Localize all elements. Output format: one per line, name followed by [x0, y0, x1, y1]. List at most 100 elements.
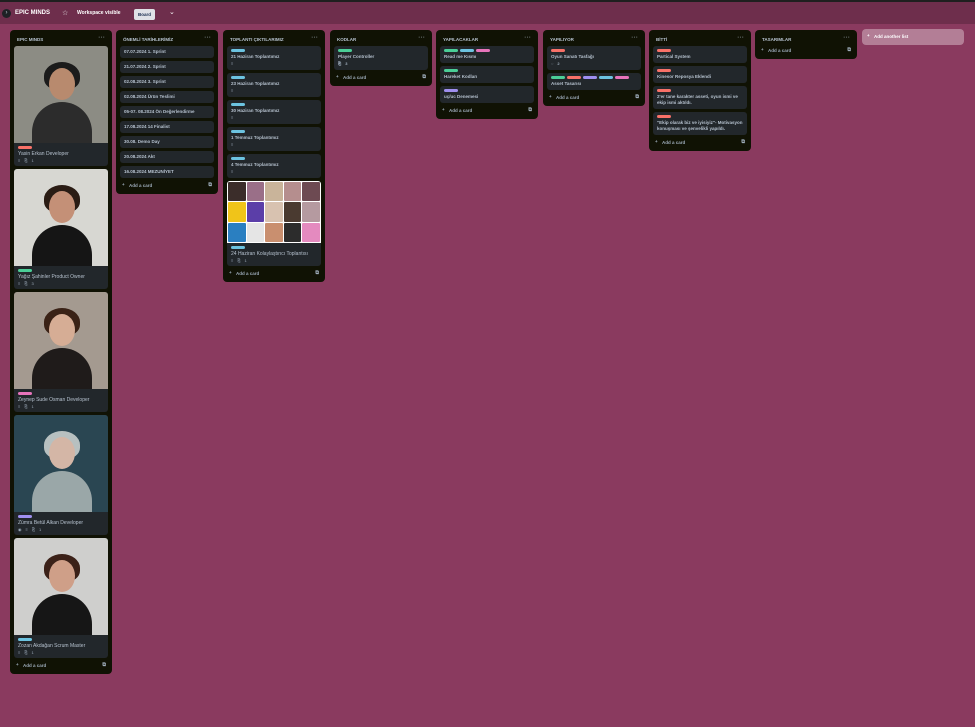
add-card-button[interactable]: + Add a card ⧉ — [759, 46, 853, 56]
list-item[interactable]: Kinesor Reposya Eklendi — [653, 66, 747, 83]
list-title[interactable]: TOPLANTI ÇIKTILARIMIZ — [230, 37, 284, 42]
list-menu-icon[interactable]: ··· — [631, 34, 638, 41]
list-item[interactable]: 1 Temmuz Toplantımız ≡ — [227, 127, 321, 151]
add-card-button[interactable]: + Add a card ⧉ — [547, 93, 641, 103]
list-title[interactable]: TASARIMLAR — [762, 37, 791, 42]
list-item[interactable]: 24 Haziran Kolaylaştırıcı Toplantısı ≡ ⎘ 1 — [227, 181, 321, 266]
card-template-icon[interactable]: ⧉ — [847, 47, 851, 53]
card-template-icon[interactable]: ⧉ — [528, 107, 532, 113]
list-title[interactable]: EPIC MINDS — [17, 37, 43, 42]
board-header: › EPIC MINDS ☆ Workspace visible Board ⌄ — [0, 2, 975, 24]
card-template-icon[interactable]: ⧉ — [741, 139, 745, 145]
sidebar-expand-icon[interactable]: › — [2, 9, 11, 18]
card-title: Hareket Kodları — [444, 74, 478, 79]
list-header: ÖNEMLİ TARİHLERİMİZ ··· — [120, 34, 214, 44]
board-title[interactable]: EPIC MINDS — [15, 10, 50, 16]
list-kodlar: KODLAR ··· Player Controller ⎘ 3 + Add a … — [330, 30, 432, 86]
list-item[interactable]: 30 Haziran Toplantımız ≡ — [227, 100, 321, 124]
list-item[interactable]: 07.07.2024 1. Sprint — [120, 46, 214, 58]
list-item[interactable]: "Ekip olarak biz ve iyisiyiz"- Motivasyo… — [653, 112, 747, 135]
card-template-icon[interactable]: ⧉ — [102, 662, 106, 668]
card-title: Yağız Şahinler Product Owner — [18, 274, 85, 280]
card-title: Partical System — [657, 54, 691, 59]
plus-icon: + — [336, 74, 339, 79]
add-card-button[interactable]: + Add a card ⧉ — [653, 138, 747, 148]
card-title: Asset Tasarısı — [551, 81, 582, 86]
card-title: uç/uc Denemesi — [444, 94, 479, 99]
card-title: 2'er tane karakter asseti, oyun ismi ve … — [657, 94, 738, 105]
list-item[interactable]: uç/uc Denemesi — [440, 86, 534, 103]
list-menu-icon[interactable]: ··· — [737, 34, 744, 41]
list-item[interactable]: Asset Tasarısı — [547, 73, 641, 90]
attachment-icon: ⎘ — [24, 650, 28, 655]
comment-icon: ◌ — [551, 61, 554, 66]
add-card-button[interactable]: + Add a card ⧉ — [227, 269, 321, 279]
visibility-button[interactable]: Workspace visible — [77, 10, 121, 16]
card-template-icon[interactable]: ⧉ — [208, 182, 212, 188]
list-item[interactable]: Hareket Kodları — [440, 66, 534, 83]
card-title: 23 Haziran Toplantımız — [231, 81, 280, 86]
add-card-button[interactable]: + Add a card ⧉ — [120, 181, 214, 191]
list-epic-minds: EPIC MINDS ··· Yasin Erkan Developer ≡ ⎘ 1… — [10, 30, 112, 674]
attachment-icon: ⎘ — [31, 527, 36, 532]
list-item[interactable]: 05-07. 08.2024 Ön Değerlendirme — [120, 106, 214, 118]
list-item[interactable]: 02.08.2024 3. Sprint — [120, 76, 214, 88]
list-item[interactable]: 16.08.2024 MEZUNİYET — [120, 166, 214, 178]
member-card[interactable]: Zozan Akdağan Scrum Master ≡ ⎘ 1 — [14, 538, 108, 658]
card-title: 30 Haziran Toplantımız — [231, 108, 280, 113]
description-icon: ≡ — [231, 61, 234, 66]
chevron-down-icon[interactable]: ⌄ — [169, 8, 175, 16]
card-cover-image — [227, 181, 321, 243]
plus-icon: + — [442, 107, 445, 112]
list-item[interactable]: 4 Temmuz Toplantımız ≡ — [227, 154, 321, 178]
member-card[interactable]: Yağız Şahinler Product Owner ≡ ⎘ 3 — [14, 169, 108, 289]
list-yapiliyor: YAPILIYOR ··· Oyun Sanatı Tasfağı ◌ 2 Ass… — [543, 30, 645, 106]
add-list-label: Add another list — [874, 34, 909, 39]
list-menu-icon[interactable]: ··· — [311, 34, 318, 41]
list-menu-icon[interactable]: ··· — [843, 34, 850, 41]
list-title[interactable]: ÖNEMLİ TARİHLERİMİZ — [123, 37, 173, 42]
add-card-button[interactable]: + Add a card ⧉ — [14, 661, 108, 671]
list-tasarimlar: TASARIMLAR ··· + Add a card ⧉ — [755, 30, 857, 59]
card-template-icon[interactable]: ⧉ — [315, 270, 319, 276]
star-icon[interactable]: ☆ — [62, 9, 68, 17]
add-card-button[interactable]: + Add a card ⧉ — [334, 73, 428, 83]
list-item[interactable]: 30.08. Demo Day — [120, 136, 214, 148]
description-icon: ≡ — [231, 88, 234, 93]
list-onemli-tarihlerimiz: ÖNEMLİ TARİHLERİMİZ ··· 07.07.2024 1. Sp… — [116, 30, 218, 194]
list-item[interactable]: 2'er tane karakter asseti, oyun ismi ve … — [653, 86, 747, 109]
list-header: BİTTİ ··· — [653, 34, 747, 44]
list-header: TOPLANTI ÇIKTILARIMIZ ··· — [227, 34, 321, 44]
card-template-icon[interactable]: ⧉ — [422, 74, 426, 80]
list-item[interactable]: Player Controller ⎘ 3 — [334, 46, 428, 70]
list-item[interactable]: Partical System — [653, 46, 747, 63]
list-yapilacaklar: YAPILACAKLAR ··· Read me Kısmı Hareket K… — [436, 30, 538, 119]
list-item[interactable]: Read me Kısmı — [440, 46, 534, 63]
list-header: YAPILIYOR ··· — [547, 34, 641, 44]
card-title: Zeynep Sude Osman Developer — [18, 397, 90, 403]
card-template-icon[interactable]: ⧉ — [635, 94, 639, 100]
add-card-label: Add a card — [236, 271, 260, 276]
list-menu-icon[interactable]: ··· — [418, 34, 425, 41]
list-item[interactable]: 21 Haziran Toplantımız ≡ — [227, 46, 321, 70]
list-item[interactable]: 17.08.2024 14 Finalist — [120, 121, 214, 133]
list-item[interactable]: 23 Haziran Toplantımız ≡ — [227, 73, 321, 97]
member-card[interactable]: Zeynep Sude Osman Developer ≡ ⎘ 1 — [14, 292, 108, 412]
list-item[interactable]: Oyun Sanatı Tasfağı ◌ 2 — [547, 46, 641, 70]
member-card[interactable]: Yasin Erkan Developer ≡ ⎘ 1 — [14, 46, 108, 166]
board-view-button[interactable]: Board — [134, 9, 156, 20]
list-title[interactable]: KODLAR — [337, 37, 356, 42]
member-card[interactable]: Zümra Betül Alkan Developer ◉ ≡ ⎘ 1 — [14, 415, 108, 535]
list-item[interactable]: 02.08.2024 Ürün Teslimi — [120, 91, 214, 103]
list-title[interactable]: YAPILIYOR — [550, 37, 574, 42]
list-menu-icon[interactable]: ··· — [524, 34, 531, 41]
add-another-list-button[interactable]: + Add another list — [862, 29, 964, 45]
list-menu-icon[interactable]: ··· — [98, 34, 105, 41]
list-item[interactable]: 20.08.2024 Akt — [120, 151, 214, 163]
add-card-button[interactable]: + Add a card ⧉ — [440, 106, 534, 116]
list-title[interactable]: BİTTİ — [656, 37, 667, 42]
plus-icon: + — [549, 94, 552, 99]
list-title[interactable]: YAPILACAKLAR — [443, 37, 478, 42]
list-menu-icon[interactable]: ··· — [204, 34, 211, 41]
list-item[interactable]: 21.07.2024 2. Sprint — [120, 61, 214, 73]
